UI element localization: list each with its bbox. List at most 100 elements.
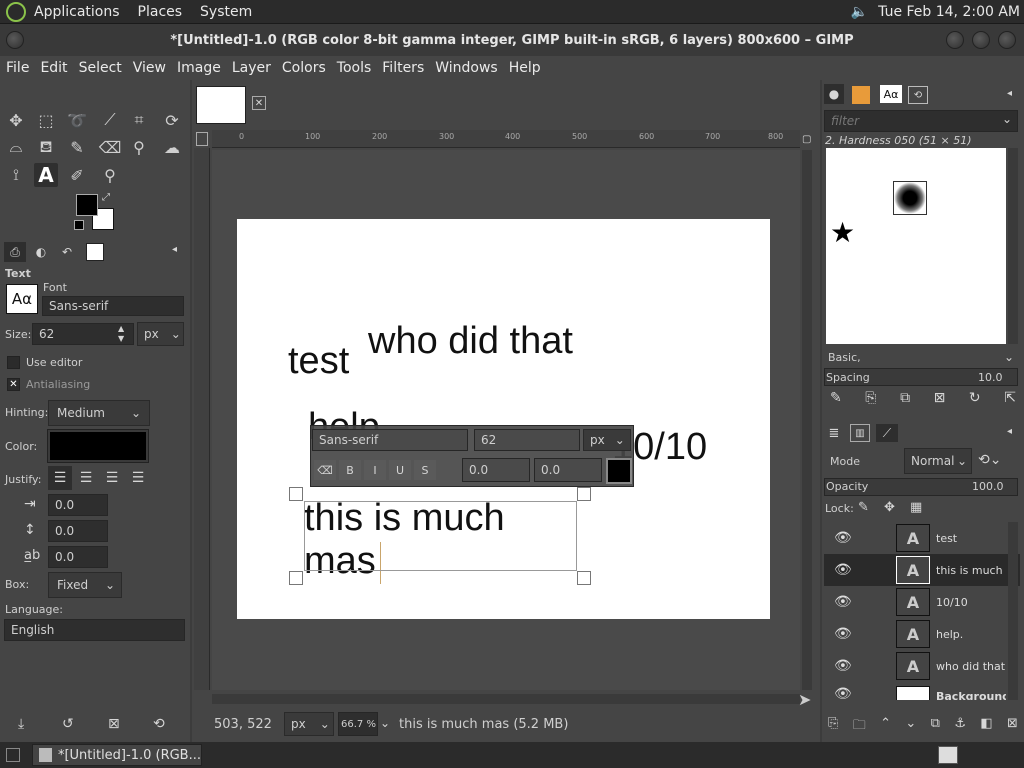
workspace-switcher[interactable] (938, 746, 958, 764)
bucket-fill-tool-icon[interactable]: ⛾ (34, 135, 58, 159)
menu-image[interactable]: Image (177, 60, 221, 76)
brush-selected[interactable] (893, 181, 927, 215)
lasso-tool-icon[interactable]: ➰ (65, 108, 89, 132)
swap-colors-icon[interactable]: ⤢ (102, 192, 110, 203)
menu-select[interactable]: Select (79, 60, 122, 76)
visibility-eye-icon[interactable]: 👁 (834, 658, 852, 674)
paths-tool-icon[interactable]: ⟟ (4, 163, 28, 187)
text-color-button[interactable] (47, 429, 149, 463)
justify-center-icon[interactable]: ☰ (100, 466, 124, 490)
antialiasing-checkbox[interactable]: ✕ (7, 378, 20, 391)
strikethrough-icon[interactable]: S (414, 460, 436, 480)
tab-tool-options[interactable]: ⎙ (4, 242, 26, 262)
new-layer-icon[interactable]: ⎘ (828, 716, 838, 738)
text-tool-icon[interactable]: A (34, 163, 58, 187)
menu-windows[interactable]: Windows (435, 60, 498, 76)
delete-brush-icon[interactable]: ⊠ (934, 390, 946, 406)
horizontal-scrollbar[interactable] (212, 694, 800, 704)
line-spacing-input[interactable]: 0.0 (48, 520, 108, 542)
justify-right-icon[interactable]: ☰ (74, 466, 98, 490)
menu-tools[interactable]: Tools (337, 60, 372, 76)
system-menu[interactable]: System (200, 4, 252, 20)
open-brush-icon[interactable]: ⇱ (1004, 390, 1016, 406)
rect-select-tool-icon[interactable]: ⬚ (34, 108, 58, 132)
box-select[interactable]: Fixed ⌄ (48, 572, 122, 598)
close-tab-icon[interactable]: ✕ (252, 96, 266, 110)
window-menu-button[interactable] (6, 31, 24, 49)
visibility-eye-icon[interactable]: 👁 (834, 594, 852, 610)
new-brush-icon[interactable]: ⎘ (865, 390, 876, 406)
rotate-tool-icon[interactable]: ⟳ (160, 108, 184, 132)
tab-document-history[interactable]: ⟲ (908, 86, 928, 104)
layer-mode-select[interactable]: Normal ⌄ (904, 448, 972, 474)
crop-tool-icon[interactable]: ⌗ (127, 108, 151, 132)
zoom-input[interactable]: 66.7 % (338, 712, 378, 736)
configure-tab-icon[interactable]: ◂ (1007, 88, 1012, 99)
restore-options-icon[interactable]: ↺ (62, 716, 74, 732)
smudge-tool-icon[interactable]: ☁ (160, 135, 184, 159)
brush-scrollbar[interactable] (1008, 148, 1018, 344)
layer-row[interactable]: 👁 A help. (824, 618, 1020, 650)
anchor-layer-icon[interactable]: ⚓ (954, 716, 966, 738)
maximize-button[interactable] (972, 31, 990, 49)
vertical-ruler[interactable] (194, 148, 210, 690)
layer-mask-icon[interactable]: ◧ (980, 716, 992, 738)
overlay-font-input[interactable]: Sans-serif (312, 429, 468, 451)
visibility-eye-icon[interactable]: 👁 (834, 686, 852, 700)
navigate-arrow-icon[interactable]: ➤ (798, 690, 811, 709)
justify-fill-icon[interactable]: ☰ (126, 466, 150, 490)
menu-view[interactable]: View (133, 60, 166, 76)
clone-tool-icon[interactable]: ⚲ (127, 135, 151, 159)
duplicate-layer-icon[interactable]: ⧉ (931, 716, 940, 738)
color-picker-tool-icon[interactable]: ✐ (65, 163, 89, 187)
configure-tab-icon[interactable]: ◂ (1007, 426, 1012, 437)
text-box-frame[interactable] (304, 501, 577, 571)
minimize-button[interactable] (946, 31, 964, 49)
applications-menu[interactable]: Applications (34, 4, 120, 20)
taskbar-window-button[interactable]: *[Untitled]-1.0 (RGB... (32, 744, 202, 766)
eraser-tool-icon[interactable]: ⌫ (98, 135, 122, 159)
language-input[interactable]: English (4, 619, 185, 641)
lock-position-icon[interactable]: ✥ (884, 500, 895, 515)
layer-row[interactable]: 👁 Background (824, 682, 1020, 700)
chevron-down-icon[interactable]: ⌄ (1004, 350, 1014, 364)
tab-fonts[interactable]: Aα (880, 85, 902, 103)
paintbrush-tool-icon[interactable]: ✎ (65, 135, 89, 159)
navigate-icon[interactable]: ▢ (802, 134, 811, 145)
tab-undo-history[interactable]: ↶ (56, 242, 78, 262)
font-preview-button[interactable]: Aα (6, 284, 38, 314)
size-unit-select[interactable]: px ⌄ (137, 322, 184, 346)
menu-file[interactable]: File (6, 60, 29, 76)
baseline-input[interactable]: 0.0 (462, 458, 530, 482)
gnome-logo-icon[interactable] (6, 1, 26, 22)
layers-scrollbar[interactable] (1008, 522, 1018, 700)
refresh-brushes-icon[interactable]: ↻ (969, 390, 981, 406)
lock-alpha-icon[interactable]: ▦ (910, 500, 922, 515)
visibility-eye-icon[interactable]: 👁 (834, 562, 852, 578)
visibility-eye-icon[interactable]: 👁 (834, 626, 852, 642)
italic-icon[interactable]: I (364, 460, 386, 480)
use-editor-checkbox[interactable] (7, 356, 20, 369)
default-colors-icon[interactable] (74, 220, 84, 230)
tab-images[interactable] (86, 243, 104, 261)
tab-brushes[interactable]: ● (824, 84, 844, 104)
overlay-color-button[interactable] (606, 458, 632, 484)
tab-paths[interactable]: ⟋ (876, 424, 898, 442)
menu-colors[interactable]: Colors (282, 60, 326, 76)
menu-edit[interactable]: Edit (40, 60, 67, 76)
duplicate-brush-icon[interactable]: ⧉ (900, 390, 910, 406)
text-box-handle[interactable] (289, 487, 303, 501)
quick-mask-toggle[interactable] (196, 132, 208, 146)
close-button[interactable] (998, 31, 1016, 49)
move-tool-icon[interactable]: ✥ (4, 108, 28, 132)
justify-left-icon[interactable]: ☰ (48, 466, 72, 490)
image-tab-thumbnail[interactable] (196, 86, 246, 124)
configure-tab-icon[interactable]: ◂ (172, 244, 177, 255)
tab-channels[interactable]: ▥ (850, 424, 870, 442)
edit-brush-icon[interactable]: ✎ (830, 390, 842, 406)
bold-icon[interactable]: B (339, 460, 361, 480)
status-unit-select[interactable]: px ⌄ (284, 712, 334, 736)
overlay-unit-select[interactable]: px ⌄ (583, 429, 631, 451)
layer-row[interactable]: 👁 A 10/10 (824, 586, 1020, 618)
text-box-handle[interactable] (577, 487, 591, 501)
